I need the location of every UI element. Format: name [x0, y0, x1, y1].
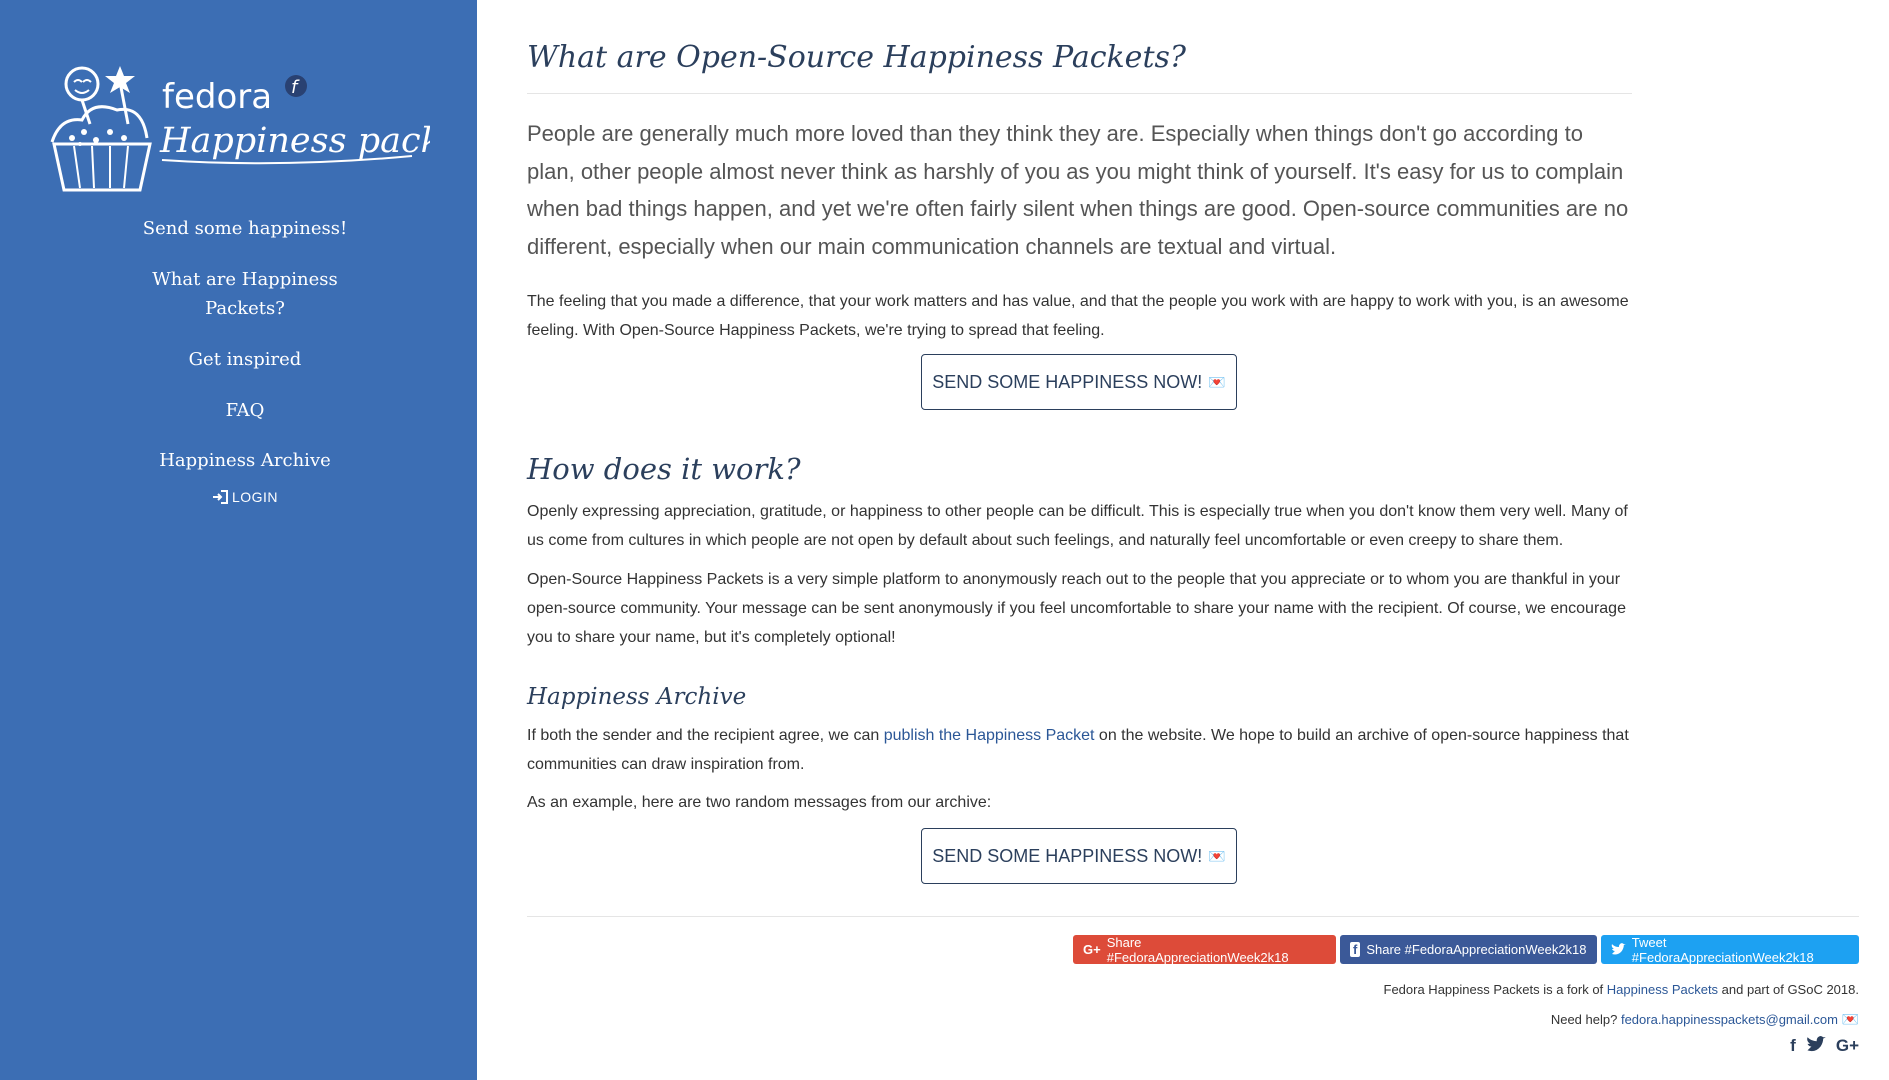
fork-text-pre: Fedora Happiness Packets is a fork of [1383, 982, 1607, 997]
logo-happiness-word: Happiness packets [159, 121, 430, 161]
nav-what-are-happiness-packets[interactable]: What are Happiness Packets? [145, 265, 345, 323]
send-happiness-button[interactable]: SEND SOME HAPPINESS NOW! 💌 [921, 354, 1237, 410]
logo-fedora-word: fedora [162, 77, 272, 117]
send-happiness-label-2: SEND SOME HAPPINESS NOW! [932, 845, 1203, 866]
love-letter-icon: 💌 [1208, 373, 1226, 390]
nav-get-inspired[interactable]: Get inspired [0, 345, 490, 374]
how-it-works-heading: How does it work? [527, 452, 801, 486]
google-plus-icon[interactable]: G+ [1836, 1036, 1859, 1056]
love-letter-icon: 💌 [1841, 1011, 1859, 1027]
how-paragraph-2: Open-Source Happiness Packets is a very … [527, 571, 1626, 646]
nav-faq[interactable]: FAQ [0, 396, 490, 425]
love-letter-icon: 💌 [1208, 847, 1226, 864]
twitter-icon [1611, 943, 1626, 955]
facebook-icon[interactable]: f [1790, 1036, 1796, 1056]
login-label: LOGIN [231, 489, 279, 505]
sidebar: fedora f Happiness packets Send some hap… [0, 0, 477, 1080]
share-google-label: Share #FedoraAppreciationWeek2k18 [1106, 934, 1289, 965]
share-facebook-button[interactable]: f Share #FedoraAppreciationWeek2k18 [1340, 935, 1597, 964]
fork-text-post: and part of GSoC 2018. [1718, 982, 1859, 997]
archive-paragraph-1: If both the sender and the recipient agr… [527, 721, 1632, 779]
nav-happiness-archive[interactable]: Happiness Archive [0, 446, 490, 475]
sign-in-icon [212, 490, 228, 504]
twitter-icon[interactable] [1806, 1036, 1826, 1053]
title-divider [527, 93, 1632, 94]
send-happiness-label: SEND SOME HAPPINESS NOW! [932, 371, 1203, 392]
archive-text-pre: If both the sender and the recipient agr… [527, 727, 884, 744]
help-notice: Need help? fedora.happinesspackets@gmail… [1551, 1011, 1859, 1028]
share-buttons: G+ Share #FedoraAppreciationWeek2k18 f S… [1073, 934, 1859, 965]
fedora-happiness-packets-logo[interactable]: fedora f Happiness packets [50, 62, 430, 192]
how-paragraph-1: Openly expressing appreciation, gratitud… [527, 503, 1628, 549]
share-google-plus-button[interactable]: G+ Share #FedoraAppreciationWeek2k18 [1073, 934, 1336, 965]
login-link[interactable]: LOGIN [212, 489, 278, 505]
help-email-link[interactable]: fedora.happinesspackets@gmail.com [1621, 1012, 1838, 1027]
share-facebook-label: Share #FedoraAppreciationWeek2k18 [1366, 942, 1587, 957]
lead-paragraph: People are generally much more loved tha… [527, 121, 1629, 259]
intro-paragraph: The feeling that you made a difference, … [527, 293, 1629, 339]
google-plus-icon: G+ [1083, 942, 1101, 957]
fork-notice: Fedora Happiness Packets is a fork of Ha… [1384, 982, 1860, 997]
nav-send-happiness[interactable]: Send some happiness! [0, 214, 490, 243]
page-title: What are Open-Source Happiness Packets? [527, 40, 1186, 75]
social-links: f G+ [1790, 1036, 1859, 1056]
archive-heading: Happiness Archive [527, 684, 747, 710]
sidebar-nav: Send some happiness! What are Happiness … [0, 214, 490, 509]
publish-packet-link[interactable]: publish the Happiness Packet [884, 727, 1095, 744]
archive-paragraph-2: As an example, here are two random messa… [527, 794, 992, 811]
footer-divider [527, 916, 1859, 917]
tweet-button[interactable]: Tweet #FedoraAppreciationWeek2k18 [1601, 934, 1859, 965]
facebook-icon: f [1350, 942, 1361, 957]
happiness-packets-link[interactable]: Happiness Packets [1607, 982, 1718, 997]
send-happiness-button-2[interactable]: SEND SOME HAPPINESS NOW! 💌 [921, 828, 1237, 884]
tweet-label: Tweet #FedoraAppreciationWeek2k18 [1631, 934, 1814, 965]
help-text: Need help? [1550, 1012, 1621, 1027]
